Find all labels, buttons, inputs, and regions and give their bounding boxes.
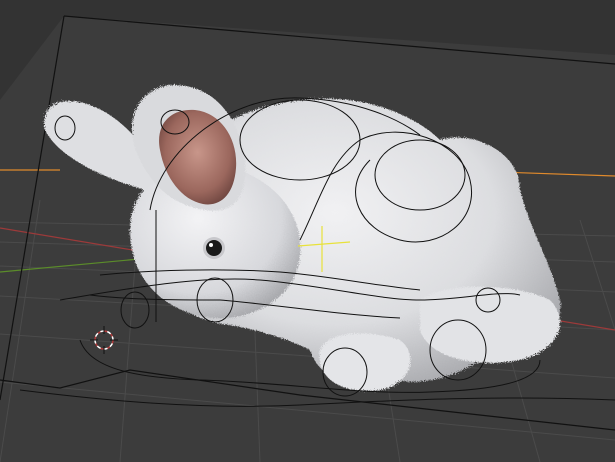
rabbit-eye-iris <box>206 240 222 256</box>
3d-viewport[interactable] <box>0 0 615 462</box>
viewport-canvas[interactable] <box>0 0 615 462</box>
rabbit-back-leg <box>420 286 560 363</box>
rabbit-eye-highlight <box>209 243 213 247</box>
